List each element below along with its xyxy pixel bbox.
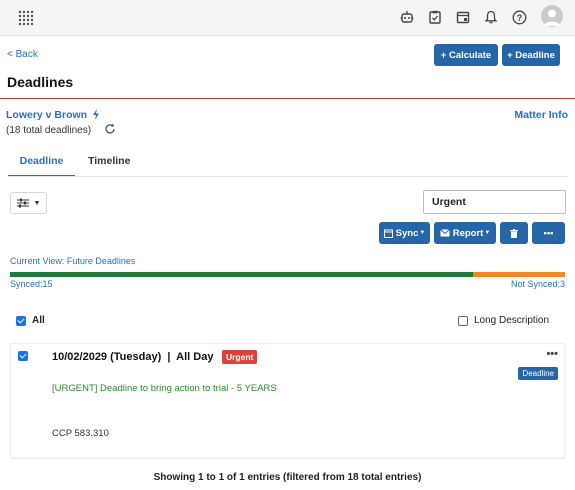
sliders-icon — [16, 198, 29, 208]
select-all-label: All — [32, 315, 45, 326]
deadline-menu-button[interactable]: ••• — [546, 348, 558, 360]
tab-deadline[interactable]: Deadline — [8, 155, 75, 177]
envelope-icon — [439, 229, 450, 237]
total-deadlines: (18 total deadlines) — [6, 125, 92, 136]
not-synced-count: Not Synced:3 — [510, 279, 565, 289]
sync-progress-bar — [10, 272, 565, 277]
filter-settings-button[interactable]: ▼ — [10, 192, 47, 214]
report-label: Report — [452, 227, 484, 239]
page-title: Deadlines — [7, 74, 74, 90]
delete-button[interactable] — [500, 222, 528, 244]
deadline-card: 10/02/2029 (Tuesday) | All Day Urgent ••… — [10, 343, 565, 458]
add-deadline-button[interactable]: + Deadline — [502, 44, 560, 66]
header-divider — [0, 98, 575, 99]
svg-text:?: ? — [516, 13, 522, 23]
top-bar: ? — [0, 0, 575, 36]
deadline-date: 10/02/2029 (Tuesday) | All Day — [52, 351, 214, 363]
calendar-icon — [383, 229, 393, 238]
deadline-type-badge: Deadline — [518, 367, 558, 380]
caret-down-icon: ▼ — [484, 230, 491, 236]
entries-summary: Showing 1 to 1 of 1 entries (filtered fr… — [153, 472, 422, 483]
back-link[interactable]: < Back — [7, 49, 38, 60]
calendar-icon[interactable] — [454, 8, 472, 26]
caret-down-icon: ▼ — [33, 199, 41, 207]
select-all-checkbox[interactable] — [16, 316, 26, 326]
clipboard-icon[interactable] — [426, 8, 444, 26]
report-button[interactable]: Report ▼ — [434, 222, 496, 244]
trash-icon — [510, 228, 518, 238]
robot-icon[interactable] — [398, 8, 416, 26]
urgent-badge: Urgent — [222, 350, 258, 364]
matter-name-link[interactable]: Lowery v Brown — [6, 109, 87, 121]
main-content: < Back + Calculate + Deadline Deadlines … — [0, 37, 575, 490]
matter-info-link[interactable]: Matter Info — [514, 109, 568, 121]
refresh-icon[interactable] — [104, 123, 116, 138]
sync-button[interactable]: Sync ▼ — [379, 222, 430, 244]
search-input[interactable] — [423, 190, 566, 214]
long-description-label: Long Description — [474, 315, 550, 326]
synced-count: Synced:15 — [10, 279, 53, 289]
tabs-divider — [8, 176, 567, 177]
more-actions-button[interactable]: ••• — [532, 222, 565, 244]
deadline-description: [URGENT] Deadline to bring action to tri… — [52, 383, 277, 394]
sync-progress-fill — [10, 272, 473, 277]
help-icon[interactable]: ? — [510, 8, 528, 26]
sync-label: Sync — [395, 227, 419, 239]
caret-down-icon: ▼ — [419, 230, 426, 236]
deadline-code: CCP 583.310 — [52, 428, 109, 439]
long-description-checkbox[interactable] — [458, 316, 468, 326]
lightning-icon — [92, 109, 100, 123]
tab-timeline[interactable]: Timeline — [88, 155, 130, 167]
current-view-label: Current View: Future Deadlines — [10, 256, 136, 266]
calculate-button[interactable]: + Calculate — [434, 44, 498, 66]
bell-icon[interactable] — [482, 8, 500, 26]
user-avatar-icon[interactable] — [541, 5, 563, 27]
deadline-checkbox[interactable] — [18, 351, 28, 361]
